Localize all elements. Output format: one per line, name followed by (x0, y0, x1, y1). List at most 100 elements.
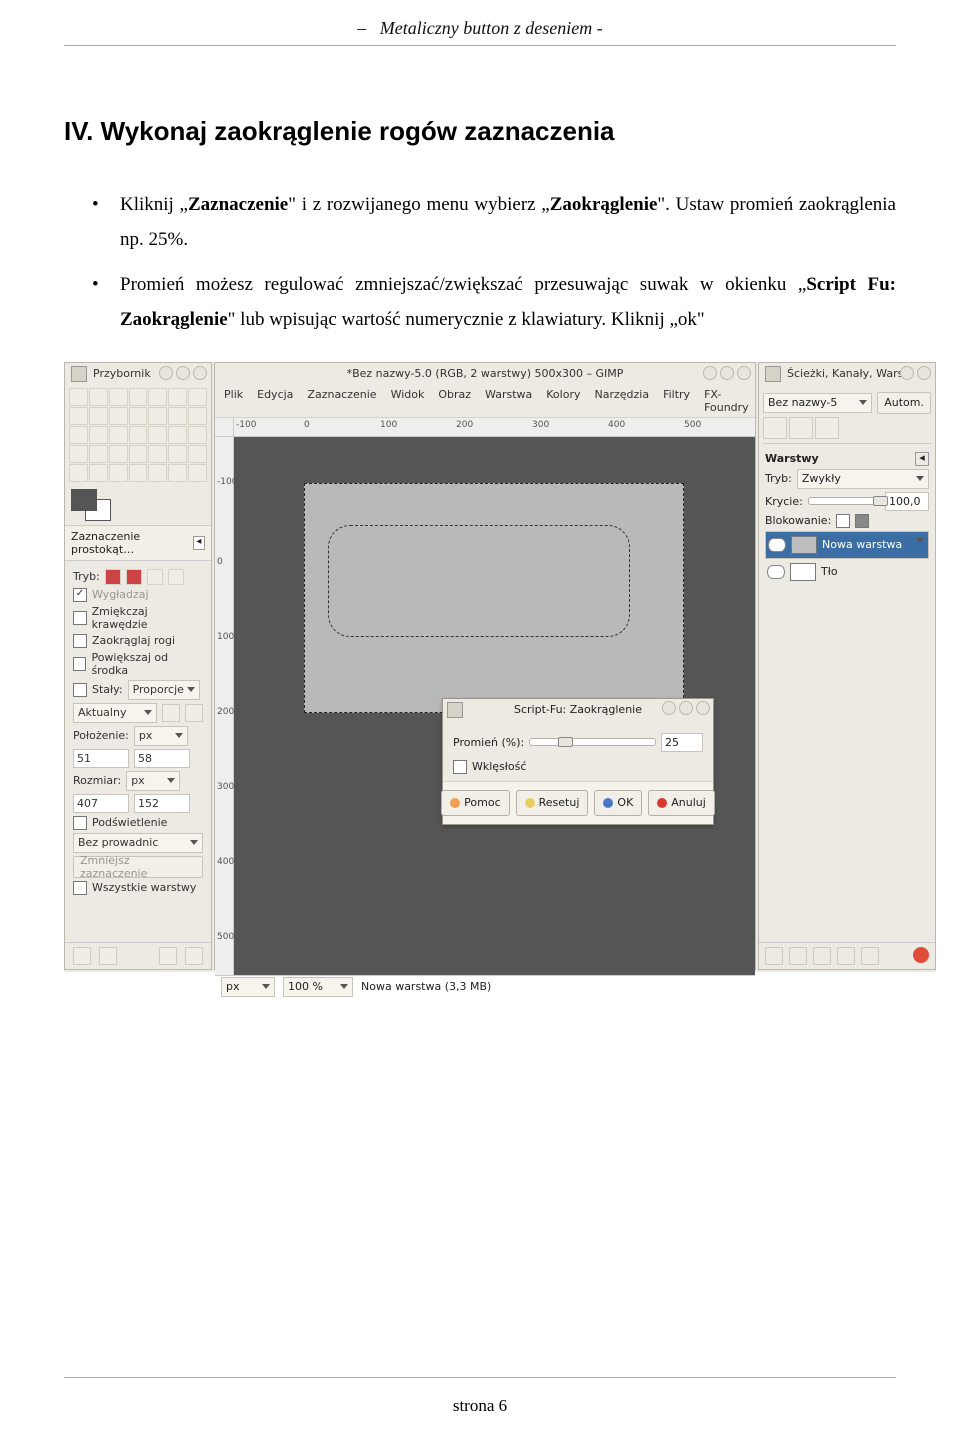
zoom-select[interactable]: 100 % (283, 977, 353, 997)
tool-icon[interactable] (129, 426, 148, 444)
maximize-icon[interactable] (176, 366, 190, 380)
tool-icon[interactable] (129, 464, 148, 482)
all-layers-checkbox[interactable] (73, 881, 87, 895)
minimize-icon[interactable] (900, 366, 914, 380)
maximize-icon[interactable] (720, 366, 734, 380)
visibility-icon[interactable] (768, 538, 786, 552)
expand-checkbox[interactable] (73, 657, 86, 671)
anchor-layer-icon[interactable] (861, 947, 879, 965)
raise-layer-icon[interactable] (789, 947, 807, 965)
delete-layer-icon[interactable] (913, 947, 929, 963)
footer-icon[interactable] (99, 947, 117, 965)
close-icon[interactable] (193, 366, 207, 380)
menu-item[interactable]: Widok (388, 387, 428, 415)
width-input[interactable]: 407 (73, 794, 129, 813)
tool-icon[interactable] (129, 407, 148, 425)
menu-item[interactable]: Warstwa (482, 387, 535, 415)
round-checkbox[interactable] (73, 634, 87, 648)
tool-icon[interactable] (129, 445, 148, 463)
tool-icon[interactable] (148, 407, 167, 425)
channels-tab-icon[interactable] (789, 417, 813, 439)
canvas-titlebar[interactable]: *Bez nazwy-5.0 (RGB, 2 warstwy) 500x300 … (215, 363, 755, 385)
close-icon[interactable] (917, 366, 931, 380)
fg-color[interactable] (71, 489, 97, 511)
tool-icon[interactable] (188, 388, 207, 406)
mode-icon[interactable] (105, 569, 121, 585)
dialog-titlebar[interactable]: Script-Fu: Zaokrąglenie (443, 699, 713, 720)
menu-item[interactable]: Edycja (254, 387, 296, 415)
menu-item[interactable]: Kolory (543, 387, 583, 415)
menu-item[interactable]: Zaznaczenie (304, 387, 379, 415)
image-select[interactable]: Bez nazwy-5 (763, 393, 872, 413)
tool-icon[interactable] (89, 464, 108, 482)
menu-item[interactable]: Obraz (435, 387, 474, 415)
expand-icon[interactable]: ◂ (193, 536, 205, 550)
tool-icon[interactable] (188, 407, 207, 425)
help-button[interactable]: Pomoc (441, 790, 509, 816)
pos-y-input[interactable]: 58 (134, 749, 190, 768)
ok-button[interactable]: OK (594, 790, 642, 816)
tool-icon[interactable] (109, 426, 128, 444)
radius-slider[interactable] (529, 738, 656, 746)
aspect-input[interactable]: Aktualny (73, 703, 157, 723)
tool-icon[interactable] (89, 445, 108, 463)
tool-icon[interactable] (109, 407, 128, 425)
dock-titlebar[interactable]: Ścieżki, Kanały, Wars... (759, 363, 935, 385)
menu-item[interactable]: FX-Foundry (701, 387, 752, 415)
layers-tab-icon[interactable] (763, 417, 787, 439)
tool-icon[interactable] (168, 388, 187, 406)
visibility-icon[interactable] (767, 565, 785, 579)
tool-icon[interactable] (69, 388, 88, 406)
portrait-icon[interactable] (162, 704, 180, 722)
blend-mode-select[interactable]: Zwykły (797, 469, 929, 489)
lock-alpha-checkbox[interactable] (855, 514, 869, 528)
maximize-icon[interactable] (679, 701, 693, 715)
opacity-input[interactable]: 100,0 (885, 492, 929, 511)
lock-pixels-checkbox[interactable] (836, 514, 850, 528)
menu-item[interactable]: Plik (221, 387, 246, 415)
tool-icon[interactable] (148, 388, 167, 406)
tool-icon[interactable] (89, 388, 108, 406)
pos-x-input[interactable]: 51 (73, 749, 129, 768)
tool-icon[interactable] (188, 445, 207, 463)
tool-icon[interactable] (109, 464, 128, 482)
minimize-icon[interactable] (662, 701, 676, 715)
tool-icon[interactable] (69, 445, 88, 463)
footer-icon[interactable] (185, 947, 203, 965)
mode-icon[interactable] (147, 569, 163, 585)
menu-item[interactable]: Filtry (660, 387, 693, 415)
tool-icon[interactable] (148, 426, 167, 444)
reset-button[interactable]: Resetuj (516, 790, 589, 816)
tool-icon[interactable] (89, 426, 108, 444)
concave-checkbox[interactable] (453, 760, 467, 774)
tool-icon[interactable] (148, 445, 167, 463)
fg-bg-colors[interactable] (71, 489, 115, 525)
slider-knob[interactable] (873, 496, 888, 506)
guides-select[interactable]: Bez prowadnic (73, 833, 203, 853)
tool-icon[interactable] (69, 426, 88, 444)
menu-item[interactable]: Narzędzia (591, 387, 652, 415)
tool-icon[interactable] (188, 464, 207, 482)
opacity-slider[interactable] (808, 497, 880, 505)
tool-icon[interactable] (109, 388, 128, 406)
layer-item[interactable]: Tło (765, 559, 929, 585)
tool-icon[interactable] (89, 407, 108, 425)
lower-layer-icon[interactable] (813, 947, 831, 965)
footer-icon[interactable] (73, 947, 91, 965)
paths-tab-icon[interactable] (815, 417, 839, 439)
tool-icon[interactable] (69, 407, 88, 425)
new-layer-icon[interactable] (765, 947, 783, 965)
unit-select[interactable]: px (134, 726, 188, 746)
height-input[interactable]: 152 (134, 794, 190, 813)
close-icon[interactable] (696, 701, 710, 715)
tool-icon[interactable] (148, 464, 167, 482)
feather-checkbox[interactable] (73, 611, 87, 625)
fixed-select[interactable]: Proporcje (128, 680, 200, 700)
tool-icon[interactable] (69, 464, 88, 482)
unit-select[interactable]: px (126, 771, 180, 791)
landscape-icon[interactable] (185, 704, 203, 722)
expand-icon[interactable]: ◂ (915, 452, 929, 466)
fixed-checkbox[interactable] (73, 683, 87, 697)
highlight-checkbox[interactable] (73, 816, 87, 830)
tool-options-header[interactable]: Zaznaczenie prostokąt… ◂ (65, 525, 211, 561)
